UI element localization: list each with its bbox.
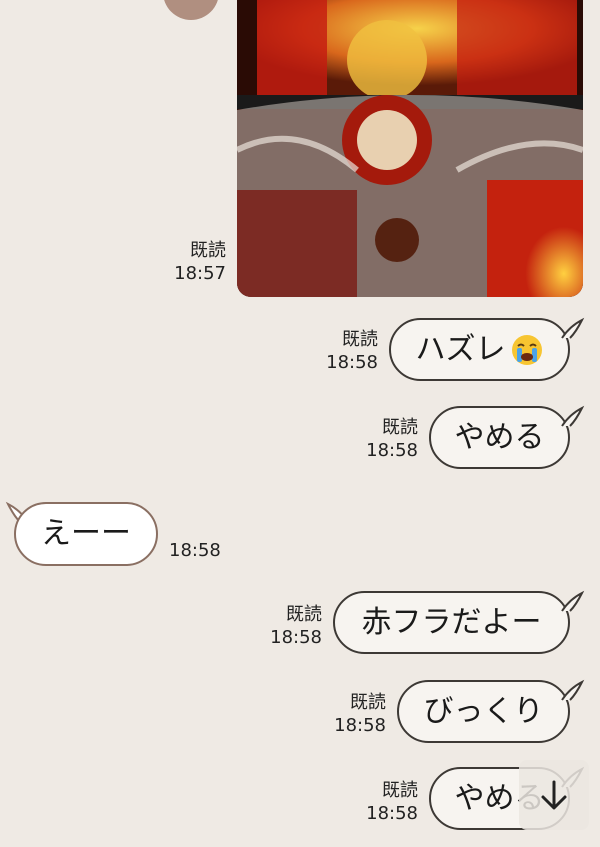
- message-text: 赤フラだよー: [361, 604, 542, 640]
- message-bubble-sent[interactable]: 赤フラだよー: [333, 591, 570, 654]
- crying-face-icon: [511, 334, 542, 365]
- bubble-tail: [561, 679, 585, 701]
- sent-photo[interactable]: [237, 0, 583, 297]
- message-text: えーー: [41, 516, 131, 551]
- timestamp: 18:58: [334, 715, 386, 736]
- read-receipt: 既読: [350, 692, 386, 713]
- read-receipt: 既読: [382, 417, 418, 438]
- read-receipt: 既読: [190, 240, 226, 261]
- scroll-to-bottom-button[interactable]: [519, 760, 589, 830]
- bubble-tail: [561, 590, 585, 612]
- read-receipt: 既読: [382, 780, 418, 801]
- arrow-down-icon: [541, 780, 567, 810]
- timestamp: 18:58: [366, 440, 418, 461]
- message-meta: 既読 18:58: [366, 416, 418, 462]
- message-meta: 既読 18:58: [366, 779, 418, 825]
- message-meta: 既読 18:58: [326, 328, 378, 374]
- message-bubble-sent[interactable]: ハズレ: [389, 318, 570, 381]
- bubble-tail: [561, 317, 585, 339]
- message-meta: 既読 18:57: [174, 239, 226, 285]
- message-text: ハズレ: [415, 331, 506, 367]
- timestamp: 18:58: [366, 803, 418, 824]
- timestamp: 18:58: [270, 627, 322, 648]
- message-bubble-sent[interactable]: やめる: [429, 406, 570, 469]
- message-text: びっくり: [423, 693, 544, 729]
- message-bubble-received[interactable]: えーー: [14, 502, 158, 566]
- bubble-tail: [561, 405, 585, 427]
- avatar[interactable]: [163, 0, 219, 20]
- read-receipt: 既読: [286, 604, 322, 625]
- timestamp: 18:58: [326, 352, 378, 373]
- timestamp: 18:57: [174, 263, 226, 284]
- message-meta: 既読 18:58: [334, 691, 386, 737]
- read-receipt: 既読: [342, 329, 378, 350]
- message-text: やめる: [454, 419, 545, 455]
- timestamp: 18:58: [169, 540, 221, 561]
- message-meta: 18:58: [169, 539, 221, 562]
- message-meta: 既読 18:58: [270, 603, 322, 649]
- message-bubble-sent[interactable]: びっくり: [397, 680, 570, 743]
